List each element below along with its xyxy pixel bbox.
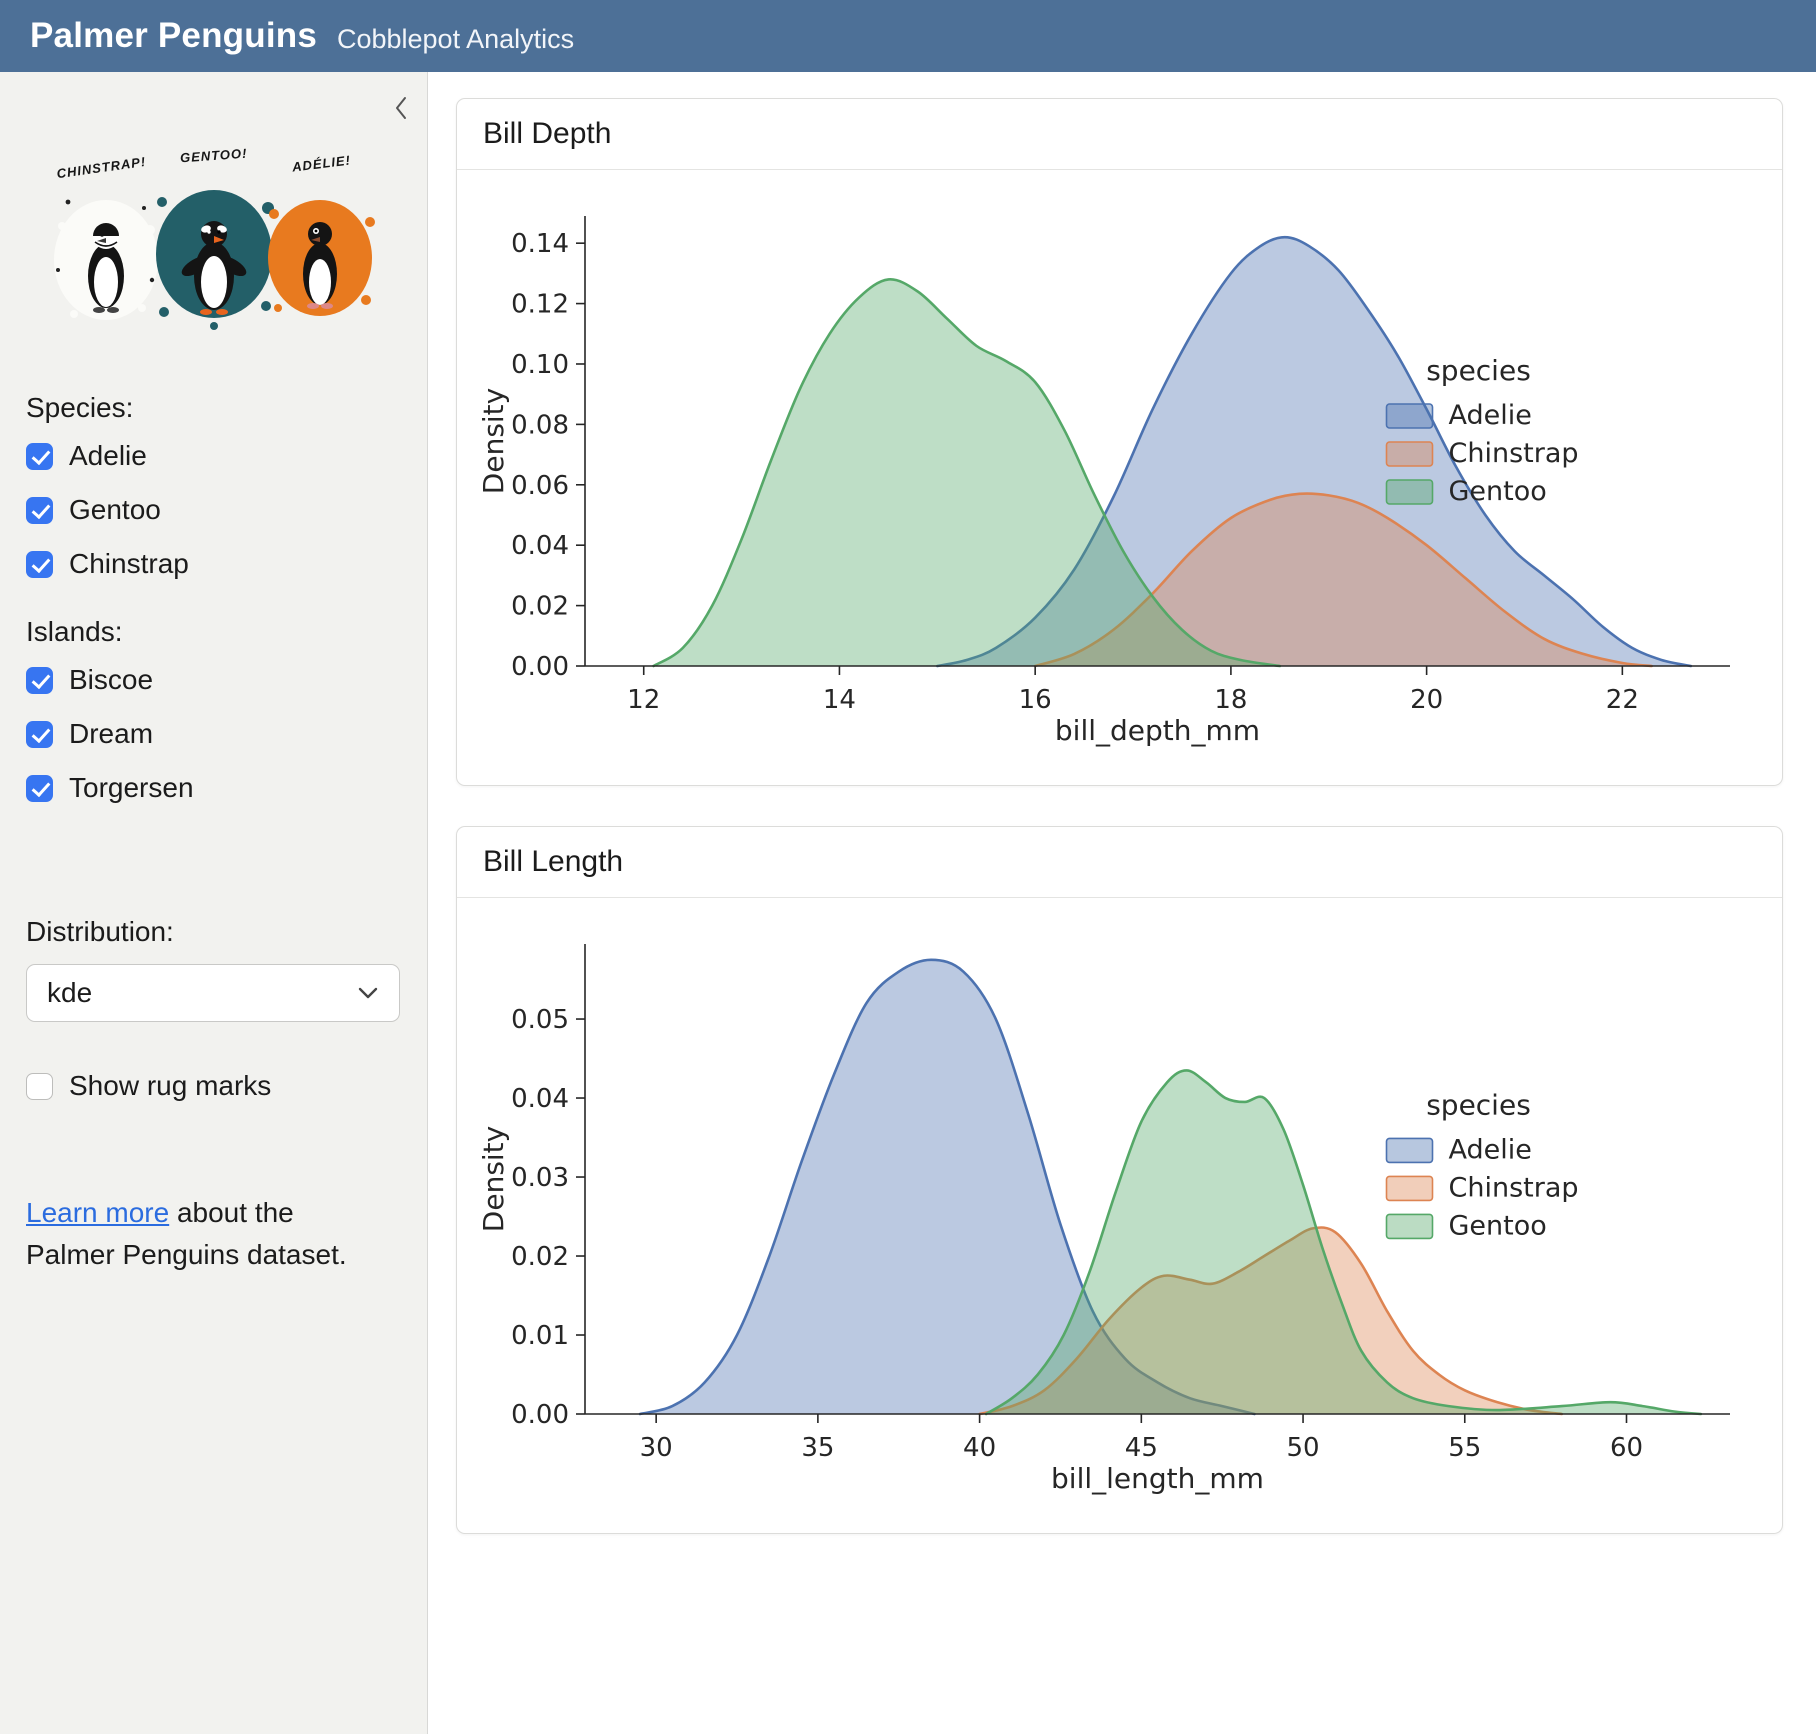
checkbox-adelie-label: Adelie bbox=[69, 440, 147, 472]
svg-text:45: 45 bbox=[1125, 1433, 1158, 1463]
svg-text:0.14: 0.14 bbox=[511, 229, 569, 259]
svg-text:12: 12 bbox=[627, 685, 660, 715]
checkbox-biscoe-label: Biscoe bbox=[69, 664, 153, 696]
checkbox-row-gentoo[interactable]: Gentoo bbox=[26, 494, 401, 526]
app-header: Palmer Penguins Cobblepot Analytics bbox=[0, 0, 1816, 72]
app-subtitle: Cobblepot Analytics bbox=[337, 24, 574, 55]
app-title: Palmer Penguins bbox=[30, 16, 317, 56]
sidebar: CHINSTRAP! GENTOO! ADÉLIE! Species: Adel… bbox=[0, 72, 428, 1734]
svg-text:22: 22 bbox=[1606, 685, 1639, 715]
svg-text:0.04: 0.04 bbox=[511, 1084, 569, 1114]
checkbox-row-chinstrap[interactable]: Chinstrap bbox=[26, 548, 401, 580]
svg-text:20: 20 bbox=[1410, 685, 1443, 715]
checkbox-row-biscoe[interactable]: Biscoe bbox=[26, 664, 401, 696]
svg-text:0.03: 0.03 bbox=[511, 1163, 569, 1193]
checkbox-chinstrap[interactable] bbox=[26, 551, 53, 578]
penguins-artwork: CHINSTRAP! GENTOO! ADÉLIE! bbox=[44, 130, 384, 346]
checkbox-dream-label: Dream bbox=[69, 718, 153, 750]
bill-depth-card-title: Bill Depth bbox=[457, 99, 1782, 170]
svg-text:0.08: 0.08 bbox=[511, 410, 569, 440]
adelie-label: ADÉLIE! bbox=[290, 152, 351, 174]
svg-text:55: 55 bbox=[1448, 1433, 1481, 1463]
svg-text:Chinstrap: Chinstrap bbox=[1449, 1172, 1579, 1203]
svg-text:Adelie: Adelie bbox=[1449, 1134, 1532, 1165]
sidebar-collapse-button[interactable] bbox=[387, 90, 415, 129]
svg-text:0.00: 0.00 bbox=[511, 652, 569, 682]
checkbox-row-torgersen[interactable]: Torgersen bbox=[26, 772, 401, 804]
svg-text:Chinstrap: Chinstrap bbox=[1449, 438, 1579, 469]
gentoo-label: GENTOO! bbox=[179, 146, 247, 166]
distribution-select[interactable]: kde bbox=[26, 964, 400, 1022]
distribution-select-value: kde bbox=[47, 977, 92, 1009]
svg-text:18: 18 bbox=[1214, 685, 1247, 715]
learn-more-text: Learn more about the Palmer Penguins dat… bbox=[26, 1192, 386, 1276]
bill-length-card: Bill Length 30 35 40 45 50 55 60 0.00 0.01 0.02 0.… bbox=[456, 826, 1783, 1534]
svg-text:species: species bbox=[1426, 1088, 1531, 1121]
svg-text:14: 14 bbox=[823, 685, 856, 715]
checkbox-torgersen[interactable] bbox=[26, 775, 53, 802]
svg-text:0.12: 0.12 bbox=[511, 290, 569, 320]
svg-text:0.06: 0.06 bbox=[511, 471, 569, 501]
svg-text:Adelie: Adelie bbox=[1449, 400, 1532, 431]
distribution-label: Distribution: bbox=[26, 916, 401, 948]
svg-text:0.04: 0.04 bbox=[511, 531, 569, 561]
svg-text:16: 16 bbox=[1019, 685, 1052, 715]
chevron-left-icon bbox=[391, 94, 411, 122]
svg-text:bill_length_mm: bill_length_mm bbox=[1051, 1462, 1264, 1495]
bill-length-card-title: Bill Length bbox=[457, 827, 1782, 898]
svg-text:Gentoo: Gentoo bbox=[1449, 476, 1547, 507]
checkbox-rug-label: Show rug marks bbox=[69, 1070, 271, 1102]
adelie-penguin bbox=[303, 222, 337, 309]
checkbox-dream[interactable] bbox=[26, 721, 53, 748]
islands-group-label: Islands: bbox=[26, 616, 401, 648]
checkbox-adelie[interactable] bbox=[26, 443, 53, 470]
checkbox-torgersen-label: Torgersen bbox=[69, 772, 194, 804]
checkbox-rug[interactable] bbox=[26, 1073, 53, 1100]
svg-text:Density: Density bbox=[477, 1126, 510, 1232]
svg-text:40: 40 bbox=[963, 1433, 996, 1463]
checkbox-biscoe[interactable] bbox=[26, 667, 53, 694]
checkbox-chinstrap-label: Chinstrap bbox=[69, 548, 189, 580]
checkbox-row-rug[interactable]: Show rug marks bbox=[26, 1070, 401, 1102]
svg-text:bill_depth_mm: bill_depth_mm bbox=[1055, 714, 1260, 747]
svg-text:60: 60 bbox=[1610, 1433, 1643, 1463]
svg-text:30: 30 bbox=[640, 1433, 673, 1463]
chevron-down-icon bbox=[357, 986, 379, 1000]
svg-text:50: 50 bbox=[1287, 1433, 1320, 1463]
learn-more-link[interactable]: Learn more bbox=[26, 1197, 169, 1228]
svg-text:0.02: 0.02 bbox=[511, 592, 569, 622]
chinstrap-label: CHINSTRAP! bbox=[55, 154, 146, 181]
svg-text:0.05: 0.05 bbox=[511, 1005, 569, 1035]
svg-text:0.10: 0.10 bbox=[511, 350, 569, 380]
svg-text:Gentoo: Gentoo bbox=[1449, 1210, 1547, 1241]
svg-text:0.00: 0.00 bbox=[511, 1400, 569, 1430]
svg-text:0.02: 0.02 bbox=[511, 1242, 569, 1272]
svg-text:species: species bbox=[1426, 354, 1531, 387]
species-group-label: Species: bbox=[26, 392, 401, 424]
svg-text:0.01: 0.01 bbox=[511, 1321, 569, 1351]
main-content: Bill Depth 12 14 16 18 20 22 0.00 0.02 0.04 0.06 0… bbox=[429, 72, 1816, 1734]
bill-length-chart: 30 35 40 45 50 55 60 0.00 0.01 0.02 0.03 0.04 0.05 bi… bbox=[467, 910, 1772, 1515]
checkbox-row-adelie[interactable]: Adelie bbox=[26, 440, 401, 472]
bill-depth-card: Bill Depth 12 14 16 18 20 22 0.00 0.02 0.04 0.06 0… bbox=[456, 98, 1783, 786]
checkbox-row-dream[interactable]: Dream bbox=[26, 718, 401, 750]
bill-depth-chart: 12 14 16 18 20 22 0.00 0.02 0.04 0.06 0.08 0.10 0.12… bbox=[467, 182, 1772, 767]
svg-text:35: 35 bbox=[801, 1433, 834, 1463]
checkbox-gentoo-label: Gentoo bbox=[69, 494, 161, 526]
checkbox-gentoo[interactable] bbox=[26, 497, 53, 524]
svg-text:Density: Density bbox=[477, 388, 510, 494]
